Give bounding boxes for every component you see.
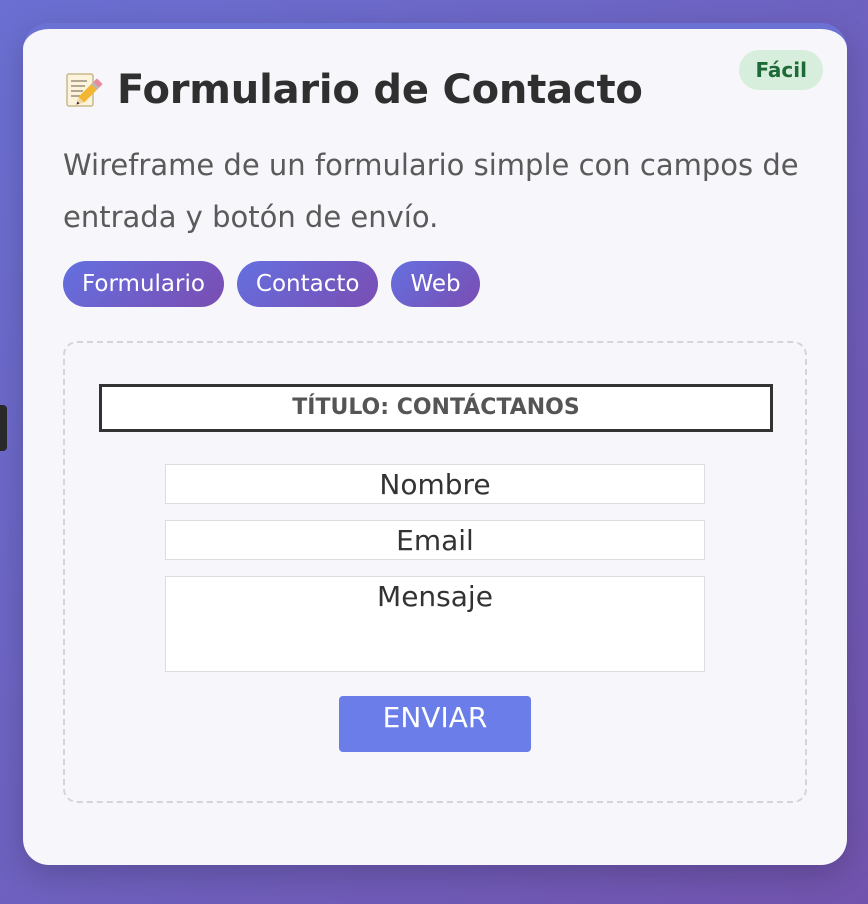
tag-list: Formulario Contacto Web: [63, 261, 480, 307]
card-description: Wireframe de un formulario simple con ca…: [63, 148, 799, 234]
side-tab-handle[interactable]: [0, 405, 7, 451]
memo-pencil-icon: [63, 70, 103, 110]
wireframe-name-field: Nombre: [165, 464, 705, 504]
card-title-row: Formulario de Contacto: [63, 67, 643, 113]
wireframe-preview: TÍTULO: CONTÁCTANOS Nombre Email Mensaje…: [63, 341, 807, 803]
wireframe-email-field: Email: [165, 520, 705, 560]
tag-web[interactable]: Web: [391, 261, 480, 307]
wireframe-message-field: Mensaje: [165, 576, 705, 672]
tag-formulario[interactable]: Formulario: [63, 261, 224, 307]
template-card[interactable]: Fácil Formulario de Contacto Wireframe d…: [23, 23, 847, 865]
wireframe-title-box: TÍTULO: CONTÁCTANOS: [99, 384, 773, 432]
card-title: Formulario de Contacto: [117, 67, 643, 113]
wireframe-submit-button: ENVIAR: [339, 696, 531, 752]
difficulty-badge: Fácil: [739, 50, 823, 90]
tag-contacto[interactable]: Contacto: [236, 261, 379, 307]
